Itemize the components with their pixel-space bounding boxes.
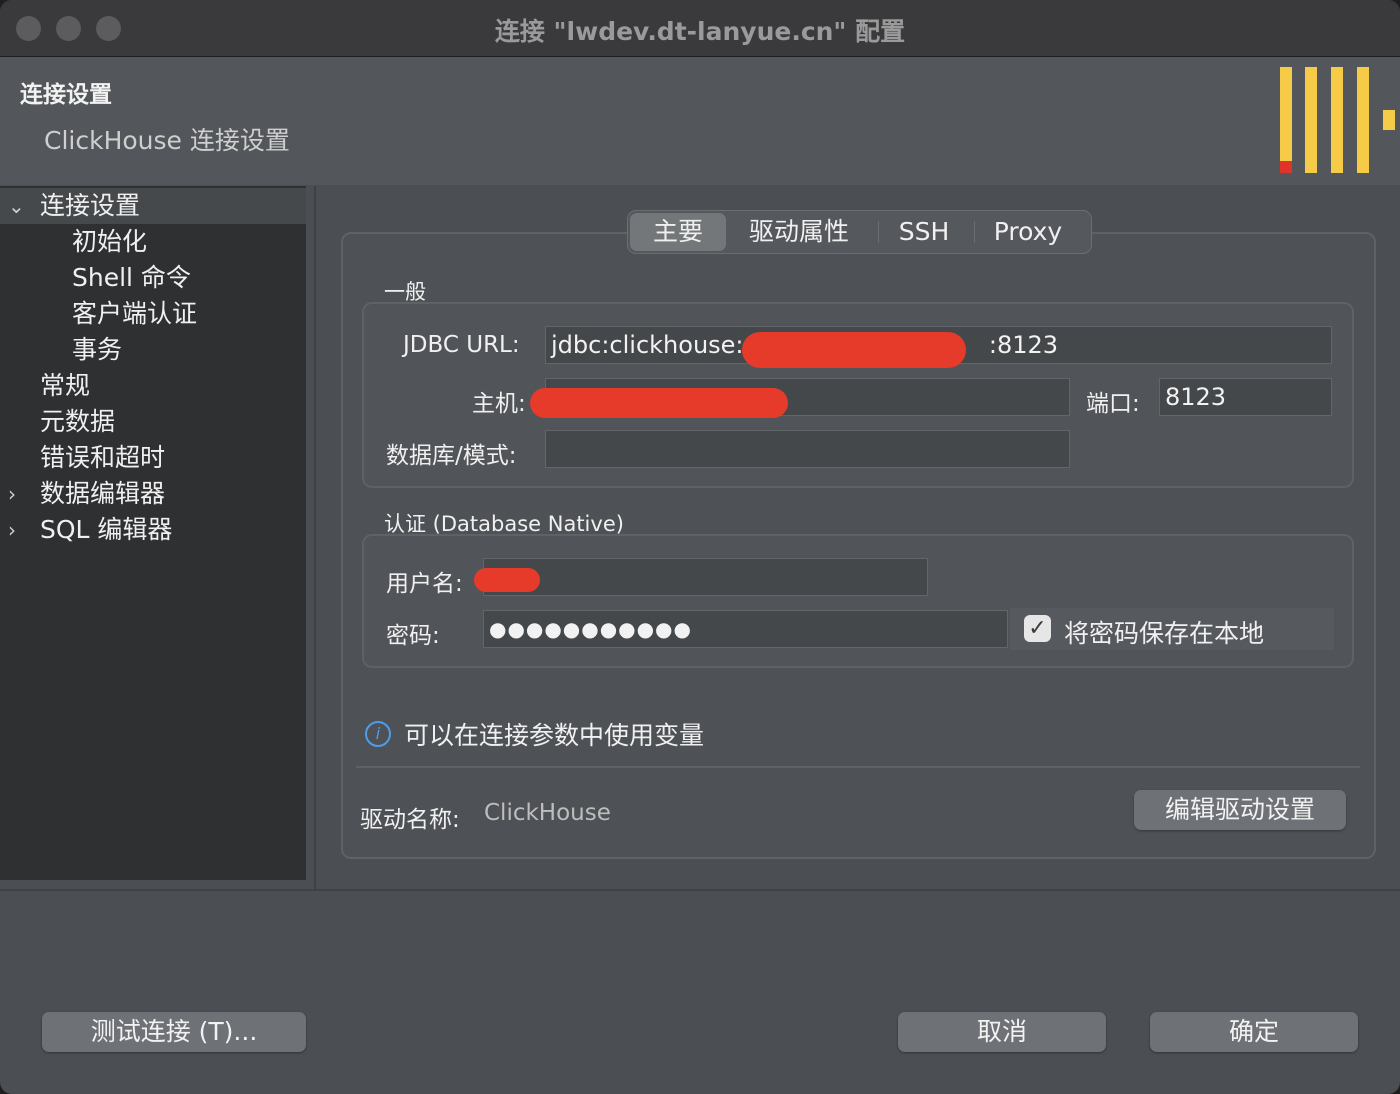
sidebar-item-label: 客户端认证 [72, 299, 198, 328]
footer-divider [0, 889, 1400, 891]
sidebar-item-label: 错误和超时 [40, 443, 166, 472]
username-label: 用户名: [386, 571, 463, 597]
password-input[interactable]: ●●●●●●●●●●● [483, 610, 1008, 648]
sidebar-divider [314, 186, 316, 890]
tab-main[interactable]: 主要 [630, 213, 726, 251]
sidebar-item-connection-settings[interactable]: ⌄ 连接设置 [0, 188, 306, 224]
variables-hint: 可以在连接参数中使用变量 [404, 721, 705, 750]
redaction-mark [474, 568, 540, 592]
connection-config-window: 连接 "lwdev.dt-lanyue.cn" 配置 连接设置 ClickHou… [0, 0, 1400, 1094]
sidebar-item-general[interactable]: 常规 [0, 368, 306, 404]
tab-proxy[interactable]: Proxy [982, 213, 1074, 251]
redaction-mark [530, 388, 788, 418]
driver-name-label: 驱动名称: [360, 807, 460, 833]
jdbc-url-label: JDBC URL: [403, 332, 520, 358]
page-title: 连接设置 [20, 82, 112, 108]
sidebar-item-client-auth[interactable]: 客户端认证 [0, 296, 306, 332]
sidebar-item-label: 元数据 [40, 407, 116, 436]
port-input[interactable]: 8123 [1159, 378, 1332, 416]
sidebar-item-data-editor[interactable]: › 数据编辑器 [0, 476, 306, 512]
sidebar-item-label: 数据编辑器 [40, 479, 166, 508]
tab-driver-properties[interactable]: 驱动属性 [736, 213, 862, 251]
ok-button[interactable]: 确定 [1150, 1012, 1358, 1052]
sidebar-item-label: Shell 命令 [72, 263, 191, 292]
clickhouse-logo [1280, 67, 1395, 173]
sidebar-item-errors-timeouts[interactable]: 错误和超时 [0, 440, 306, 476]
title-bar: 连接 "lwdev.dt-lanyue.cn" 配置 [0, 0, 1400, 57]
username-input[interactable] [483, 558, 928, 596]
save-password-checkbox[interactable]: ✓ [1024, 615, 1051, 642]
info-icon: i [365, 721, 391, 747]
chevron-right-icon[interactable]: › [8, 476, 16, 512]
sidebar-item-label: 初始化 [72, 227, 148, 256]
tab-divider [878, 221, 879, 243]
page-header: 连接设置 ClickHouse 连接设置 [0, 57, 1400, 185]
sidebar-item-label: SQL 编辑器 [40, 515, 173, 544]
sidebar-item-init[interactable]: 初始化 [0, 224, 306, 260]
save-password-label: 将密码保存在本地 [1064, 619, 1265, 648]
sidebar-item-label: 连接设置 [40, 191, 141, 220]
port-label: 端口: [1086, 391, 1140, 417]
sidebar-item-transactions[interactable]: 事务 [0, 332, 306, 368]
sidebar-item-sql-editor[interactable]: › SQL 编辑器 [0, 512, 306, 548]
sidebar-item-metadata[interactable]: 元数据 [0, 404, 306, 440]
window-title: 连接 "lwdev.dt-lanyue.cn" 配置 [494, 17, 906, 46]
tab-bar: 主要 驱动属性 SSH Proxy [627, 210, 1092, 254]
test-connection-button[interactable]: 测试连接 (T)... [42, 1012, 306, 1052]
page-subtitle: ClickHouse 连接设置 [44, 126, 290, 155]
sidebar-item-shell-commands[interactable]: Shell 命令 [0, 260, 306, 296]
jdbc-url-prefix: jdbc:clickhouse:/ [551, 331, 752, 359]
chevron-right-icon[interactable]: › [8, 512, 16, 548]
tab-ssh[interactable]: SSH [886, 213, 962, 251]
sidebar-item-label: 常规 [40, 371, 91, 400]
password-label: 密码: [386, 623, 440, 649]
edit-driver-settings-button[interactable]: 编辑驱动设置 [1134, 790, 1346, 830]
settings-sidebar: ⌄ 连接设置 初始化 Shell 命令 客户端认证 事务 常规 元数据 错误和超… [0, 186, 306, 880]
database-schema-input[interactable] [545, 430, 1070, 468]
chevron-down-icon: ⌄ [8, 194, 25, 218]
redaction-mark [742, 332, 966, 368]
driver-name-value: ClickHouse [484, 800, 611, 826]
save-password-row[interactable]: ✓ 将密码保存在本地 [1010, 608, 1334, 650]
sidebar-item-label: 事务 [72, 335, 123, 364]
database-schema-label: 数据库/模式: [386, 443, 517, 469]
tab-divider [974, 221, 975, 243]
jdbc-url-suffix: :8123 [988, 331, 1059, 359]
divider [356, 766, 1360, 768]
host-label: 主机: [472, 391, 526, 417]
cancel-button[interactable]: 取消 [898, 1012, 1106, 1052]
